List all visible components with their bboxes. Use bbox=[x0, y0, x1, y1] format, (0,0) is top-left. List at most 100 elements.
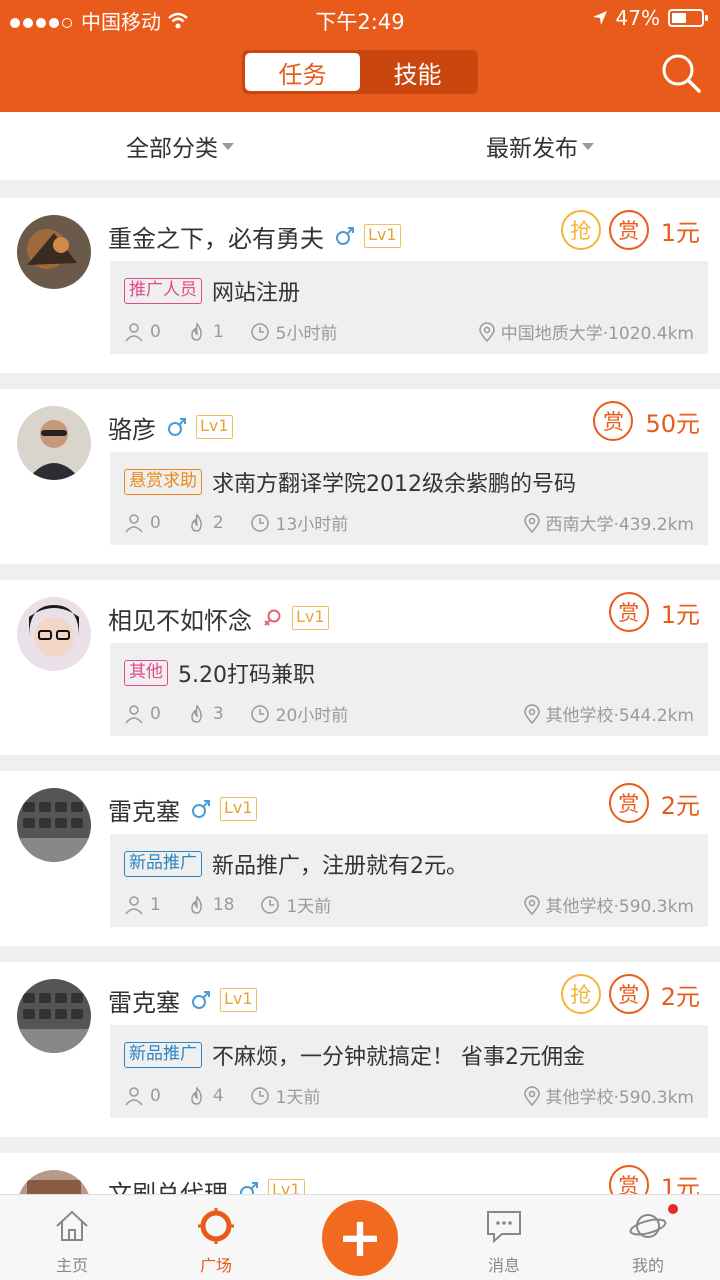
participants-meta: 1 bbox=[124, 895, 161, 915]
search-icon[interactable] bbox=[660, 52, 702, 94]
flame-icon bbox=[191, 512, 202, 532]
task-title: 网站注册 bbox=[212, 281, 301, 306]
tab-tasks[interactable]: 任务 bbox=[245, 53, 360, 91]
person-icon bbox=[125, 704, 143, 723]
battery-percent: 47% bbox=[615, 6, 660, 30]
tab-square[interactable]: 广场 bbox=[144, 1195, 288, 1280]
task-card[interactable]: 骆彦 Lv1 赏 50元 悬赏求助 求南方翻译学院2012级余紫鹏的号码 0 2… bbox=[0, 389, 720, 564]
task-body[interactable]: 悬赏求助 求南方翻译学院2012级余紫鹏的号码 0 2 13小时前 西南大学·4… bbox=[110, 452, 708, 545]
grab-badge[interactable]: 抢 bbox=[560, 210, 601, 250]
reward-badge: 赏 bbox=[608, 974, 649, 1014]
category-filter[interactable]: 全部分类 bbox=[0, 112, 360, 180]
task-card[interactable]: 相见不如怀念 Lv1 赏 1元 其他 5.20打码兼职 0 3 20小时前 其他… bbox=[0, 580, 720, 755]
task-body[interactable]: 新品推广 新品推广，注册就有2元。 1 18 1天前 其他学校·590.3km bbox=[110, 834, 708, 927]
user-name[interactable]: 雷克塞 bbox=[108, 983, 180, 1018]
time-meta: 1天前 bbox=[260, 892, 331, 917]
avatar[interactable] bbox=[17, 1170, 91, 1194]
user-name[interactable]: 重金之下，必有勇夫 bbox=[108, 219, 324, 254]
post-time: 20小时前 bbox=[275, 706, 349, 726]
user-name[interactable]: 文刷总代理 bbox=[108, 1174, 228, 1195]
location-meta: 其他学校·544.2km bbox=[522, 701, 694, 726]
location-text: 其他学校·590.3km bbox=[545, 1088, 694, 1108]
reward-amount: 1元 bbox=[660, 218, 700, 247]
task-body[interactable]: 推广人员 网站注册 0 1 5小时前 中国地质大学·1020.4km bbox=[110, 261, 708, 354]
person-icon bbox=[125, 895, 143, 914]
avatar[interactable] bbox=[17, 979, 91, 1053]
time-meta: 5小时前 bbox=[250, 319, 337, 344]
category-filter-label: 全部分类 bbox=[126, 136, 218, 162]
participants-meta: 0 bbox=[124, 704, 161, 724]
category-tag: 悬赏求助 bbox=[124, 469, 202, 495]
location-pin-icon bbox=[478, 321, 495, 342]
hot-meta: 18 bbox=[187, 894, 235, 915]
avatar[interactable] bbox=[17, 597, 91, 671]
hot-count: 1 bbox=[212, 321, 224, 342]
reward-amount: 1元 bbox=[660, 600, 700, 629]
grab-badge[interactable]: 抢 bbox=[560, 974, 601, 1014]
avatar[interactable] bbox=[17, 788, 91, 862]
planet-icon bbox=[629, 1214, 667, 1238]
participants-count: 0 bbox=[150, 703, 161, 724]
male-icon bbox=[192, 800, 210, 818]
avatar[interactable] bbox=[17, 215, 91, 289]
male-icon bbox=[168, 418, 186, 436]
task-body[interactable]: 新品推广 不麻烦，一分钟就搞定！ 省事2元佣金 0 4 1天前 其他学校·590… bbox=[110, 1025, 708, 1118]
tab-mine[interactable]: 我的 bbox=[576, 1195, 720, 1280]
task-card[interactable]: 雷克塞 Lv1 抢 赏 2元 新品推广 不麻烦，一分钟就搞定！ 省事2元佣金 0… bbox=[0, 962, 720, 1137]
post-time: 1天前 bbox=[275, 1088, 321, 1108]
task-title: 求南方翻译学院2012级余紫鹏的号码 bbox=[212, 472, 576, 497]
level-badge: Lv1 bbox=[220, 988, 257, 1012]
notification-dot bbox=[668, 1204, 678, 1214]
clock-icon bbox=[250, 513, 269, 532]
category-tag: 新品推广 bbox=[124, 1042, 202, 1068]
location-meta: 其他学校·590.3km bbox=[522, 892, 694, 917]
user-name[interactable]: 相见不如怀念 bbox=[108, 601, 252, 636]
location-text: 其他学校·544.2km bbox=[545, 706, 694, 726]
add-task-button[interactable]: + bbox=[322, 1200, 398, 1276]
message-icon bbox=[487, 1211, 521, 1244]
avatar[interactable] bbox=[17, 406, 91, 480]
hot-meta: 3 bbox=[187, 704, 224, 724]
reward-badge: 赏 bbox=[608, 210, 649, 250]
sort-filter[interactable]: 最新发布 bbox=[360, 112, 720, 180]
flame-icon bbox=[191, 894, 202, 914]
tab-mine-label: 我的 bbox=[631, 1256, 664, 1275]
post-time: 13小时前 bbox=[275, 515, 349, 535]
task-feed[interactable]: 重金之下，必有勇夫 Lv1 抢 赏 1元 推广人员 网站注册 0 1 5小时前 … bbox=[0, 198, 720, 1194]
battery-icon bbox=[668, 9, 708, 27]
task-title: 5.20打码兼职 bbox=[178, 663, 315, 688]
person-icon bbox=[125, 322, 143, 341]
participants-meta: 0 bbox=[124, 1086, 161, 1106]
task-card[interactable]: 雷克塞 Lv1 赏 2元 新品推广 新品推广，注册就有2元。 1 18 1天前 … bbox=[0, 771, 720, 946]
user-name[interactable]: 雷克塞 bbox=[108, 792, 180, 827]
participants-count: 0 bbox=[150, 321, 161, 342]
level-badge: Lv1 bbox=[292, 606, 329, 630]
hot-count: 18 bbox=[212, 894, 235, 915]
tab-messages[interactable]: 消息 bbox=[432, 1195, 576, 1280]
male-icon bbox=[240, 1182, 258, 1194]
flame-icon bbox=[191, 321, 202, 341]
task-body[interactable]: 其他 5.20打码兼职 0 3 20小时前 其他学校·544.2km bbox=[110, 643, 708, 736]
location-arrow-icon bbox=[592, 11, 607, 25]
category-tag: 新品推广 bbox=[124, 851, 202, 877]
reward-amount: 1元 bbox=[660, 1173, 700, 1195]
reward-badge: 赏 bbox=[608, 1165, 649, 1194]
task-card[interactable]: 文刷总代理 Lv1 赏 1元 bbox=[0, 1153, 720, 1194]
task-card[interactable]: 重金之下，必有勇夫 Lv1 抢 赏 1元 推广人员 网站注册 0 1 5小时前 … bbox=[0, 198, 720, 373]
male-icon bbox=[336, 227, 354, 245]
female-icon bbox=[264, 609, 281, 626]
tab-square-label: 广场 bbox=[199, 1256, 232, 1275]
tab-skills[interactable]: 技能 bbox=[360, 53, 475, 91]
location-text: 中国地质大学·1020.4km bbox=[500, 324, 694, 344]
tab-home[interactable]: 主页 bbox=[0, 1195, 144, 1280]
reward-badge: 赏 bbox=[593, 401, 634, 441]
reward-amount: 2元 bbox=[660, 982, 700, 1011]
app-header: 中国移动 下午2:49 47% 任务 技能 bbox=[0, 0, 720, 112]
user-name[interactable]: 骆彦 bbox=[108, 410, 156, 445]
clock-icon bbox=[261, 895, 280, 914]
person-icon bbox=[125, 513, 143, 532]
participants-count: 0 bbox=[150, 1085, 161, 1106]
level-badge: Lv1 bbox=[196, 415, 233, 439]
location-pin-icon bbox=[523, 512, 540, 533]
location-pin-icon bbox=[523, 1085, 540, 1106]
